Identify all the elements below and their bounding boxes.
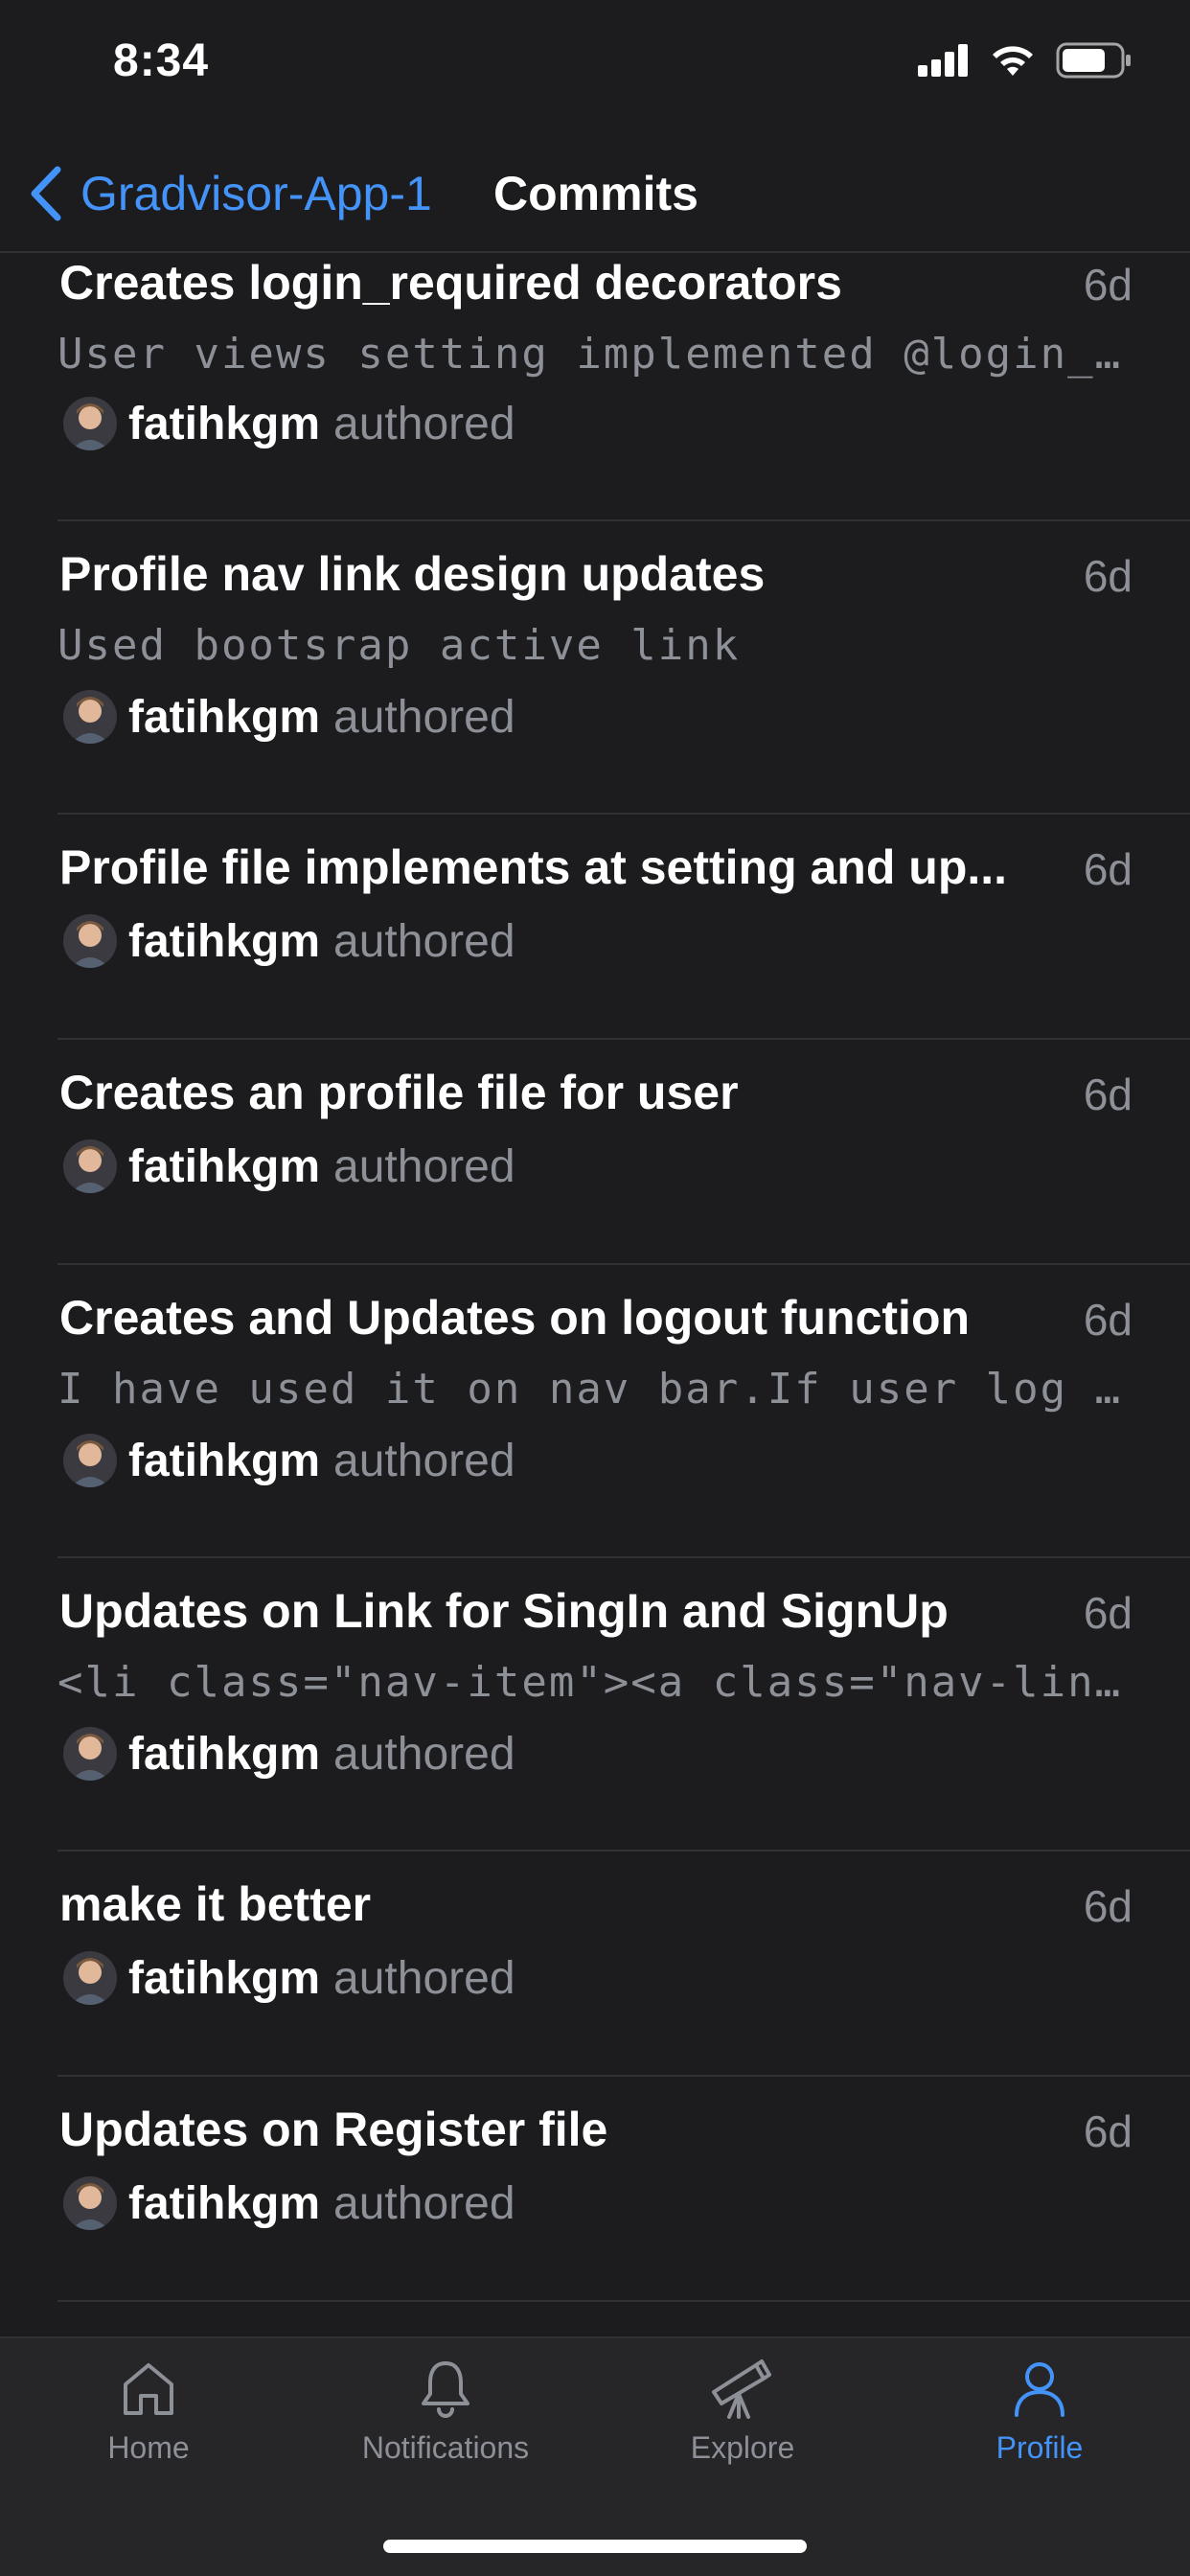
bell-icon — [422, 2361, 469, 2418]
author-row: fatihkgm authored — [57, 1951, 515, 2005]
commit-row[interactable]: Profile nav link design updates 6d Used … — [57, 521, 1190, 815]
status-time: 8:34 — [113, 35, 210, 86]
tab-home[interactable]: Home — [0, 2358, 297, 2501]
page-title: Commits — [493, 167, 698, 220]
wifi-icon — [993, 46, 1033, 76]
battery-icon — [1056, 42, 1131, 79]
author-verb: authored — [333, 398, 515, 449]
avatar — [63, 1139, 117, 1193]
author-row: fatihkgm authored — [57, 914, 515, 968]
avatar — [63, 690, 117, 744]
author-name: fatihkgm — [128, 915, 321, 967]
commit-row[interactable]: Updates on Link for SingIn and SignUp 6d… — [57, 1558, 1190, 1852]
avatar — [63, 1727, 117, 1781]
commit-title: Creates an profile file for user — [59, 1066, 739, 1119]
commit-age: 6d — [1083, 260, 1133, 310]
author-verb: authored — [333, 1728, 515, 1780]
tab-label: Profile — [995, 2430, 1084, 2465]
author-name: fatihkgm — [128, 1435, 321, 1486]
author-verb: authored — [333, 2177, 515, 2229]
telescope-icon — [712, 2359, 771, 2419]
tab-profile[interactable]: Profile — [891, 2358, 1188, 2501]
avatar — [63, 1951, 117, 2005]
commit-row[interactable]: Updates on Register file 6d fatihkgm aut… — [57, 2077, 1190, 2302]
commit-row[interactable]: Creates and Updates on logout function 6… — [57, 1265, 1190, 1558]
commit-row[interactable]: make it better 6d fatihkgm authored — [57, 1852, 1190, 2077]
status-icons — [918, 42, 1133, 79]
author-row: fatihkgm authored — [57, 690, 515, 744]
author-row: fatihkgm authored — [57, 397, 515, 450]
commit-list: Creates login_required decorators 6d Use… — [0, 253, 1190, 2336]
author-name: fatihkgm — [128, 398, 321, 449]
commit-age: 6d — [1083, 1070, 1133, 1119]
tab-notifications[interactable]: Notifications — [297, 2358, 594, 2501]
person-icon — [1015, 2362, 1064, 2417]
commit-title: make it better — [59, 1877, 372, 1931]
commit-message: User views setting implemented @login_… — [57, 330, 1123, 379]
commit-age: 6d — [1083, 1295, 1133, 1345]
author-verb: authored — [333, 1952, 515, 2004]
back-label: Gradvisor-App-1 — [80, 167, 432, 220]
author-name: fatihkgm — [128, 2177, 321, 2229]
commit-title: Updates on Link for SingIn and SignUp — [59, 1584, 949, 1638]
author-name: fatihkgm — [128, 1952, 321, 2004]
commit-message: Used bootsrap active link — [57, 621, 741, 670]
commit-row[interactable]: Creates login_required decorators 6d Use… — [57, 253, 1190, 521]
commit-age: 6d — [1083, 551, 1133, 601]
home-icon — [124, 2363, 173, 2415]
author-name: fatihkgm — [128, 691, 321, 743]
commit-age: 6d — [1083, 1881, 1133, 1931]
author-verb: authored — [333, 1435, 515, 1486]
author-verb: authored — [333, 691, 515, 743]
commit-message: <li class="nav-item"><a class="nav-link… — [57, 1658, 1131, 1707]
nav-bar: Gradvisor-App-1 Commits — [0, 134, 1190, 253]
author-name: fatihkgm — [128, 1140, 321, 1192]
back-button[interactable]: Gradvisor-App-1 — [29, 155, 432, 232]
tab-label: Notifications — [361, 2430, 530, 2465]
commit-age: 6d — [1083, 2106, 1133, 2156]
tab-label: Explore — [690, 2430, 795, 2465]
commit-title: Profile nav link design updates — [59, 547, 766, 601]
commit-age: 6d — [1083, 844, 1133, 894]
author-name: fatihkgm — [128, 1728, 321, 1780]
home-indicator[interactable] — [383, 2540, 807, 2553]
commit-message: I have used it on nav bar.If user log i… — [57, 1365, 1131, 1414]
status-bar: 8:34 — [0, 0, 1190, 134]
cellular-signal-icon — [918, 44, 968, 77]
commit-row[interactable]: Creates an profile file for user 6d fati… — [57, 1040, 1190, 1265]
author-row: fatihkgm authored — [57, 1434, 515, 1487]
commit-title: Creates and Updates on logout function — [59, 1291, 971, 1345]
commit-title: Creates login_required decorators — [59, 256, 842, 310]
avatar — [63, 914, 117, 968]
author-verb: authored — [333, 1140, 515, 1192]
avatar — [63, 2176, 117, 2230]
author-row: fatihkgm authored — [57, 1727, 515, 1781]
author-row: fatihkgm authored — [57, 2176, 515, 2230]
commit-age: 6d — [1083, 1588, 1133, 1638]
commit-title: Updates on Register file — [59, 2103, 608, 2156]
avatar — [63, 397, 117, 450]
avatar — [63, 1434, 117, 1487]
author-verb: authored — [333, 915, 515, 967]
chevron-left-icon — [31, 166, 61, 221]
tab-label: Home — [107, 2430, 190, 2465]
commit-title: Profile file implements at setting and u… — [59, 840, 1008, 894]
author-row: fatihkgm authored — [57, 1139, 515, 1193]
commit-row[interactable]: Profile file implements at setting and u… — [57, 815, 1190, 1040]
tab-explore[interactable]: Explore — [594, 2358, 891, 2501]
